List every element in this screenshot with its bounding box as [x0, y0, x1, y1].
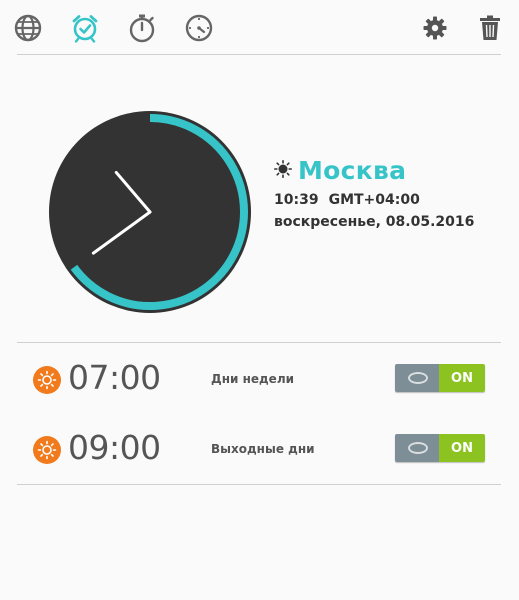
toggle-ring-icon	[408, 442, 428, 454]
timezone: GMT+04:00	[328, 192, 420, 208]
local-date: воскресенье, 08.05.2016	[274, 214, 475, 230]
trash-icon[interactable]	[474, 12, 506, 44]
city-name: Москва	[298, 156, 407, 185]
toggle-on-label: ON	[439, 364, 485, 392]
alarm-row[interactable]: 09:00 Выходные дни ON	[0, 426, 519, 476]
toggle-off-side	[395, 434, 441, 462]
stopwatch-icon[interactable]	[126, 12, 158, 44]
alarm-row[interactable]: 07:00 Дни недели ON	[0, 356, 519, 406]
alarm-clock-icon[interactable]	[69, 12, 101, 44]
globe-icon[interactable]	[12, 12, 44, 44]
sun-icon	[274, 159, 293, 182]
city-row: Москва	[274, 156, 406, 185]
alarm-toggle[interactable]: ON	[395, 434, 485, 462]
alarm-label: Выходные дни	[211, 442, 315, 456]
alarm-time[interactable]: 09:00	[68, 428, 161, 467]
bottom-divider	[17, 484, 501, 485]
analog-clock	[48, 110, 252, 314]
toolbar	[0, 0, 519, 55]
timer-icon[interactable]	[183, 12, 215, 44]
local-time: 10:39	[274, 192, 319, 208]
sun-icon	[33, 366, 61, 394]
gear-icon[interactable]	[419, 12, 451, 44]
local-time-line: 10:39 GMT+04:00	[274, 192, 420, 208]
alarm-label: Дни недели	[211, 372, 295, 386]
alarm-toggle[interactable]: ON	[395, 364, 485, 392]
alarm-time[interactable]: 07:00	[68, 358, 161, 397]
toggle-on-label: ON	[439, 434, 485, 462]
section-divider	[17, 342, 501, 343]
toggle-ring-icon	[408, 372, 428, 384]
toolbar-divider	[17, 54, 501, 55]
toggle-off-side	[395, 364, 441, 392]
sun-icon	[33, 436, 61, 464]
